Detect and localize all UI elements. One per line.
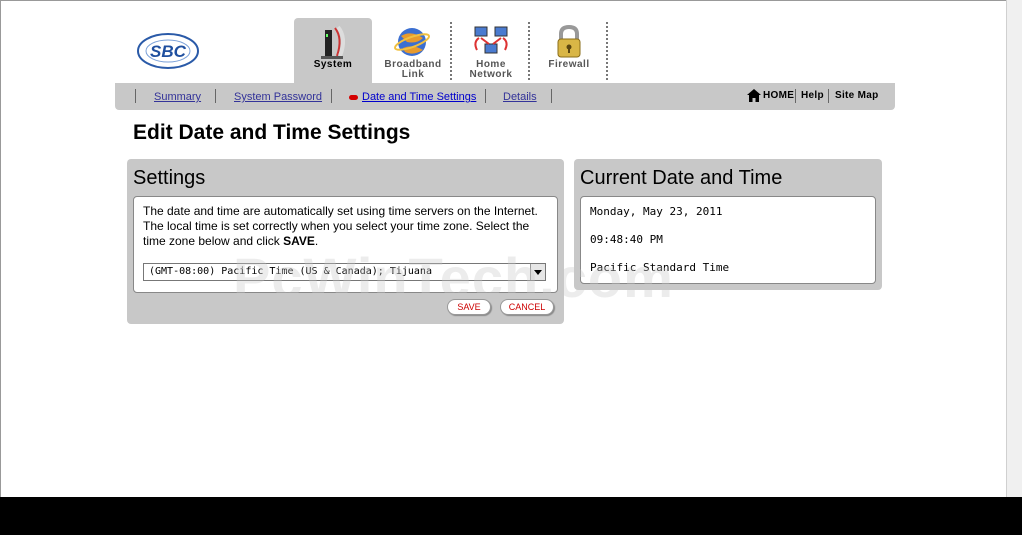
- tab-system[interactable]: System: [294, 18, 372, 84]
- tab-home-network[interactable]: Home Network: [452, 18, 530, 84]
- settings-description: The date and time are automatically set …: [143, 204, 553, 249]
- subnav-divider: [135, 89, 136, 103]
- subnav-divider: [795, 89, 796, 103]
- current-date: Monday, May 23, 2011: [590, 205, 723, 218]
- tab-home-network-label-2: Network: [469, 69, 513, 80]
- subnav-system-password-link[interactable]: System Password: [234, 91, 322, 103]
- help-link[interactable]: Help: [801, 90, 824, 101]
- globe-icon: [393, 28, 431, 56]
- tab-broadband-link[interactable]: Broadband Link: [374, 18, 452, 84]
- tab-firewall[interactable]: Firewall: [530, 18, 608, 84]
- vertical-scrollbar[interactable]: [1006, 0, 1022, 497]
- current-date-time-heading: Current Date and Time: [580, 167, 783, 189]
- network-icon: [474, 26, 508, 54]
- site-map-link[interactable]: Site Map: [835, 90, 879, 101]
- settings-heading: Settings: [133, 167, 206, 189]
- subnav-details-link[interactable]: Details: [503, 91, 537, 103]
- description-text: The date and time are automatically set …: [143, 204, 538, 248]
- active-page-bullet-icon: [349, 95, 358, 100]
- subnav-divider: [331, 89, 332, 103]
- page-title: Edit Date and Time Settings: [133, 121, 411, 144]
- subnav-summary-link[interactable]: Summary: [154, 91, 201, 103]
- logo-text: SBC: [150, 42, 187, 61]
- watermark-text: PcWinTech.com: [233, 246, 674, 309]
- home-icon[interactable]: [747, 89, 761, 102]
- modem-icon: [321, 25, 345, 59]
- tab-system-label: System: [313, 59, 353, 70]
- padlock-icon: [557, 24, 581, 58]
- tab-broadband-label-2: Link: [401, 69, 425, 80]
- subnav-divider: [551, 89, 552, 103]
- subnav-divider: [485, 89, 486, 103]
- sbc-logo[interactable]: SBC: [135, 29, 201, 73]
- subnav-divider: [215, 89, 216, 103]
- subnav-date-time-settings-link[interactable]: Date and Time Settings: [362, 91, 476, 103]
- sub-navigation-bar: Summary System Password Date and Time Se…: [115, 83, 895, 110]
- tab-firewall-label: Firewall: [548, 59, 590, 70]
- subnav-divider: [828, 89, 829, 103]
- home-link[interactable]: HOME: [763, 90, 794, 101]
- tab-divider: [606, 22, 608, 80]
- browser-page: SBC System Broadband Link Home Network F…: [0, 0, 1006, 497]
